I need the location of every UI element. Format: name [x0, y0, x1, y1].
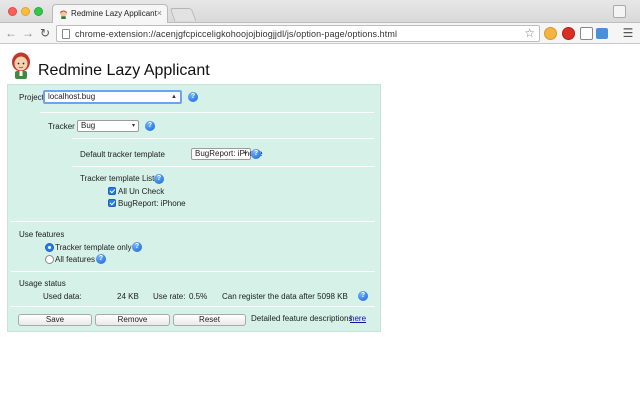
divider: [11, 221, 375, 222]
divider: [11, 271, 375, 272]
reset-button[interactable]: Reset: [173, 314, 246, 326]
bookmark-icon[interactable]: [580, 27, 593, 40]
divider: [40, 112, 374, 113]
used-data-value: 24 KB: [117, 292, 139, 301]
project-label: Project: [19, 93, 44, 102]
usage-help-icon[interactable]: ?: [358, 291, 368, 301]
tracker-select-value: Bug: [81, 121, 96, 130]
maximize-window-button[interactable]: [34, 7, 43, 16]
used-data-label: Used data:: [43, 292, 82, 301]
use-rate-label: Use rate:: [153, 292, 186, 301]
default-template-help-icon[interactable]: ?: [251, 149, 261, 159]
reload-icon[interactable]: ↻: [37, 25, 53, 41]
address-bar[interactable]: chrome-extension://acenjgfcpicceligkohoo…: [56, 25, 540, 42]
options-panel: Project localhost.bug ▲ ? Tracker Bug ▾ …: [7, 84, 381, 332]
chevron-updown-icon: ▾: [243, 151, 247, 157]
all-features-label[interactable]: All features: [55, 255, 95, 264]
all-features-help-icon[interactable]: ?: [96, 254, 106, 264]
page-title: Redmine Lazy Applicant: [38, 62, 210, 79]
all-uncheck-label[interactable]: All Un Check: [118, 187, 164, 196]
screenshot-icon[interactable]: [596, 28, 608, 39]
page-icon: [62, 29, 70, 39]
project-help-icon[interactable]: ?: [188, 92, 198, 102]
tab-strip: Redmine Lazy Applicant ×: [0, 0, 640, 23]
profile-icon[interactable]: [613, 5, 626, 18]
new-tab-button[interactable]: [169, 8, 197, 21]
usage-status-label: Usage status: [19, 279, 66, 288]
tracker-template-only-help-icon[interactable]: ?: [132, 242, 142, 252]
chevron-updown-icon: ▾: [131, 123, 135, 129]
tracker-template-only-label[interactable]: Tracker template only: [55, 243, 132, 252]
back-icon[interactable]: ←: [3, 25, 19, 41]
save-button[interactable]: Save: [18, 314, 92, 326]
template-list-help-icon[interactable]: ?: [154, 174, 164, 184]
menu-icon[interactable]: ☰: [620, 25, 636, 41]
project-select-value: localhost.bug: [48, 92, 96, 101]
template-checkbox-label[interactable]: BugReport: iPhone: [118, 199, 186, 208]
browser-toolbar: ← → ↻ chrome-extension://acenjgfcpicceli…: [0, 23, 640, 44]
close-window-button[interactable]: [8, 7, 17, 16]
use-features-label: Use features: [19, 230, 65, 239]
tracker-template-only-radio[interactable]: [45, 243, 54, 252]
browser-tab[interactable]: Redmine Lazy Applicant ×: [52, 4, 168, 23]
remove-button[interactable]: Remove: [95, 314, 170, 326]
divider: [11, 306, 375, 307]
forward-icon[interactable]: →: [20, 25, 36, 41]
minimize-window-button[interactable]: [21, 7, 30, 16]
tracker-help-icon[interactable]: ?: [145, 121, 155, 131]
app-favicon-icon: [60, 10, 67, 19]
tab-close-icon[interactable]: ×: [157, 8, 162, 18]
use-rate-value: 0.5%: [189, 292, 208, 301]
all-uncheck-checkbox[interactable]: [108, 187, 116, 195]
template-checkbox[interactable]: [108, 199, 116, 207]
app-logo-icon: [12, 52, 30, 79]
feature-descriptions-text: Detailed feature descriptions: [251, 314, 353, 323]
cookie-icon[interactable]: [544, 27, 557, 40]
lastpass-icon[interactable]: [562, 27, 575, 40]
divider: [72, 166, 374, 167]
chevron-updown-icon: ▲: [171, 94, 177, 100]
address-url[interactable]: chrome-extension://acenjgfcpicceligkohoo…: [75, 29, 397, 39]
register-capacity-text: Can register the data after 5098 KB: [222, 292, 348, 301]
tab-title: Redmine Lazy Applicant: [71, 9, 157, 18]
template-list-label: Tracker template List: [80, 174, 155, 183]
tracker-select[interactable]: Bug ▾: [77, 120, 139, 132]
project-select[interactable]: localhost.bug ▲: [43, 90, 182, 104]
all-features-radio[interactable]: [45, 255, 54, 264]
default-template-select[interactable]: BugReport: iPhone ▾: [191, 148, 263, 160]
feature-descriptions-link[interactable]: here: [350, 314, 366, 323]
divider: [72, 138, 374, 139]
bookmark-star-icon[interactable]: ☆: [524, 26, 535, 40]
default-template-label: Default tracker template: [80, 150, 165, 159]
tracker-label: Tracker: [48, 122, 75, 131]
